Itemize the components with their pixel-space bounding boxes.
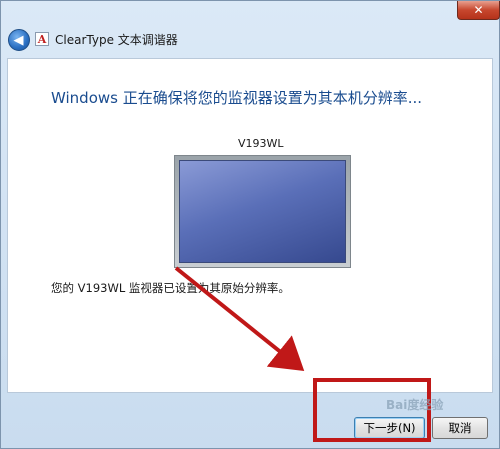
monitor-icon bbox=[174, 155, 351, 268]
close-icon: ✕ bbox=[473, 3, 484, 17]
resolution-status-text: 您的 V193WL 监视器已设置为其原始分辨率。 bbox=[51, 281, 290, 295]
cleartype-app-icon: A bbox=[35, 32, 49, 46]
close-button[interactable]: ✕ bbox=[457, 1, 500, 20]
watermark-text: Bai度经验 bbox=[386, 398, 444, 412]
cancel-button[interactable]: 取消 bbox=[432, 417, 488, 439]
monitor-name-label: V193WL bbox=[238, 137, 284, 150]
wizard-content-panel: Windows 正在确保将您的监视器设置为其本机分辨率... V193WL 您的… bbox=[7, 58, 493, 393]
monitor-screen bbox=[179, 160, 346, 263]
page-heading: Windows 正在确保将您的监视器设置为其本机分辨率... bbox=[51, 89, 423, 107]
window-title: ClearType 文本调谐器 bbox=[55, 33, 178, 47]
back-arrow-icon: ◀ bbox=[13, 32, 24, 48]
title-bar: ✕ ◀ A ClearType 文本调谐器 bbox=[1, 1, 500, 57]
back-button[interactable]: ◀ bbox=[8, 29, 30, 51]
